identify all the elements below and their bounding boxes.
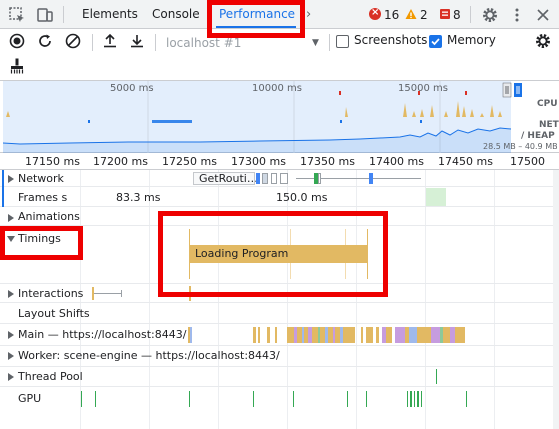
download-icon[interactable]	[128, 32, 146, 50]
tab-elements[interactable]: Elements	[82, 0, 138, 29]
recording-select-value: localhost #1	[166, 36, 242, 50]
timing-bar-label: Loading Program	[195, 247, 289, 260]
frames-track[interactable]: Frames s 83.3 ms 150.0 ms	[0, 187, 559, 207]
ruler-tick: 17200 ms	[93, 155, 148, 168]
collect-garbage-broom-icon[interactable]	[8, 57, 26, 75]
warnings-count: 2	[420, 8, 428, 22]
collapse-timings-icon[interactable]	[7, 236, 15, 242]
overview-cpu-label: CPU	[537, 99, 558, 109]
expand-thread-pool-icon[interactable]	[8, 373, 14, 381]
network-request-label: GetRouti…	[199, 172, 258, 185]
active-tab-indicator	[216, 26, 296, 28]
overview-label-15000: 15000 ms	[398, 83, 448, 94]
screenshots-label: Screenshots	[354, 33, 428, 47]
screenshots-checkbox[interactable]	[336, 35, 349, 48]
overview-heap-range: 28.5 MB – 40.9 MB	[483, 142, 558, 151]
timeline-overview[interactable]: 5000 ms 10000 ms 15000 ms CPU NET / HEAP…	[0, 81, 559, 153]
performance-toolbar: localhost #1 ▼ Screenshots Memory	[0, 29, 559, 81]
ruler-tick: 17400 ms	[369, 155, 424, 168]
devtools-tabbar: Elements Console Performance › × 16 2 8	[0, 0, 559, 29]
record-icon[interactable]	[8, 32, 26, 50]
layout-shifts-track-label: Layout Shifts	[18, 307, 90, 320]
ruler-tick: 17150 ms	[25, 155, 80, 168]
timings-track[interactable]: Timings Loading Program	[0, 226, 559, 284]
gpu-track[interactable]: GPU	[0, 387, 559, 411]
close-devtools-icon[interactable]	[534, 6, 552, 24]
ruler-tick: 17250 ms	[162, 155, 217, 168]
warning-icon	[405, 9, 417, 19]
thread-pool-track-label: Thread Pool	[18, 370, 83, 383]
network-track[interactable]: Network GetRouti…	[0, 170, 559, 187]
network-track-label: Network	[18, 172, 64, 185]
inspect-element-icon[interactable]	[8, 6, 26, 24]
error-icon: ×	[369, 7, 381, 20]
expand-interactions-icon[interactable]	[8, 290, 14, 298]
capture-settings-gear-icon[interactable]	[534, 32, 552, 50]
checkmark-icon	[431, 38, 440, 46]
issues-badge[interactable]: 8	[439, 7, 461, 23]
frames-track-suffix: s	[61, 191, 68, 204]
animations-track-label: Animations	[18, 210, 80, 223]
expand-worker-icon[interactable]	[8, 352, 14, 360]
vertical-scrollbar[interactable]	[553, 170, 559, 429]
ruler-tick: 17450 ms	[438, 155, 493, 168]
thread-pool-track[interactable]: Thread Pool	[0, 367, 559, 387]
animations-track[interactable]: Animations	[0, 207, 559, 226]
overview-label-10000: 10000 ms	[252, 83, 302, 94]
tab-performance[interactable]: Performance	[219, 0, 295, 29]
tab-console[interactable]: Console	[152, 0, 200, 29]
expand-network-icon[interactable]	[8, 175, 14, 183]
layout-shifts-track[interactable]: Layout Shifts	[0, 303, 559, 324]
timing-bar-loading-program[interactable]: Loading Program	[190, 245, 367, 263]
main-thread-flame[interactable]	[0, 325, 559, 345]
ruler-tick: 17300 ms	[231, 155, 286, 168]
clear-icon[interactable]	[64, 32, 82, 50]
warnings-badge[interactable]: 2	[405, 7, 428, 23]
overview-label-5000: 5000 ms	[110, 83, 154, 94]
expand-animations-icon[interactable]	[8, 214, 14, 222]
network-request-bar[interactable]: GetRouti…	[193, 172, 258, 185]
worker-track-label: Worker: scene-engine — https://localhost…	[18, 349, 280, 362]
more-options-icon[interactable]	[508, 6, 526, 24]
frame-duration-1[interactable]: 83.3 ms	[116, 191, 160, 204]
ruler-tick: 17500	[510, 155, 545, 168]
recording-select[interactable]: localhost #1 ▼	[166, 34, 324, 52]
gpu-activity[interactable]	[0, 389, 559, 409]
frame-duration-2[interactable]: 150.0 ms	[276, 191, 327, 204]
issues-count: 8	[453, 8, 461, 22]
memory-checkbox[interactable]	[429, 35, 442, 48]
reload-record-icon[interactable]	[36, 32, 54, 50]
frames-track-title: Frames	[18, 191, 59, 204]
timings-track-label: Timings	[18, 232, 61, 245]
worker-track[interactable]: Worker: scene-engine — https://localhost…	[0, 346, 559, 367]
frame-block[interactable]	[426, 188, 446, 206]
ruler-tick: 17350 ms	[300, 155, 355, 168]
upload-icon[interactable]	[101, 32, 119, 50]
overview-net-label: NET	[539, 120, 559, 130]
main-thread-track[interactable]: Main — https://localhost:8443/	[0, 324, 559, 346]
overview-heap-label: / HEAP	[521, 131, 555, 141]
errors-count: 16	[384, 8, 400, 22]
more-tabs-chevron-icon[interactable]: ›	[306, 0, 311, 29]
overview-heap-text: HEAP	[527, 131, 555, 141]
memory-label: Memory	[447, 33, 496, 47]
errors-badge[interactable]: × 16	[369, 7, 399, 23]
dropdown-arrow-icon: ▼	[312, 38, 319, 48]
device-toolbar-icon[interactable]	[36, 6, 54, 24]
timeline-ruler: 17150 ms 17200 ms 17250 ms 17300 ms 1735…	[0, 153, 559, 170]
interactions-track-label: Interactions	[18, 287, 84, 300]
settings-gear-icon[interactable]	[481, 6, 499, 24]
interactions-track[interactable]: Interactions	[0, 284, 559, 303]
issues-icon	[440, 9, 450, 19]
frames-track-label: Frames s	[18, 191, 67, 204]
